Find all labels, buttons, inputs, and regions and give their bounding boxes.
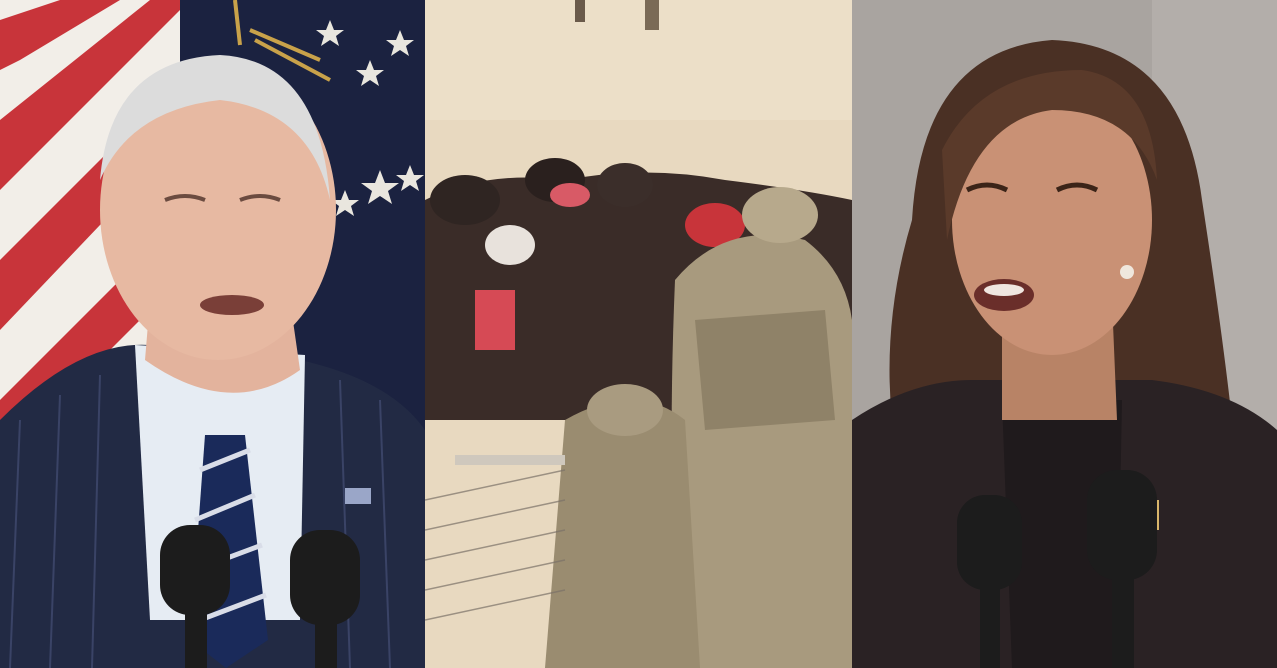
middle-photo xyxy=(425,0,852,668)
left-photo xyxy=(0,0,425,668)
middle-photo-panel xyxy=(425,0,852,668)
lapel-pin xyxy=(345,488,371,504)
right-photo xyxy=(852,0,1277,668)
left-photo-panel xyxy=(0,0,425,668)
right-photo-panel xyxy=(852,0,1277,668)
earring xyxy=(1120,265,1134,279)
